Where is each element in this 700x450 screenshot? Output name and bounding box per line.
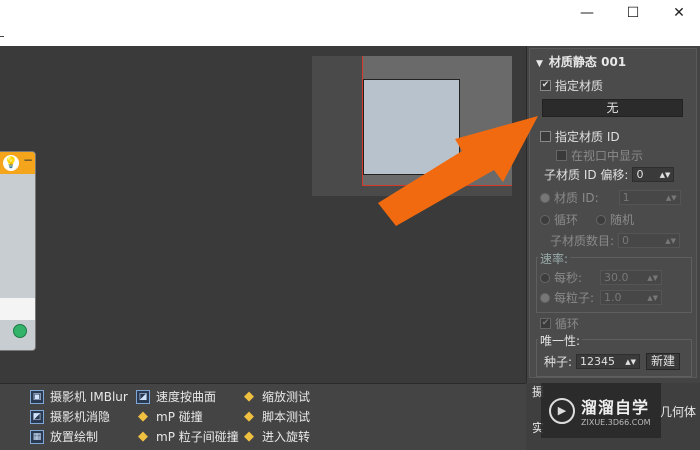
annotation-arrow-icon (378, 116, 538, 226)
annotation-arrow-shape (378, 116, 538, 226)
